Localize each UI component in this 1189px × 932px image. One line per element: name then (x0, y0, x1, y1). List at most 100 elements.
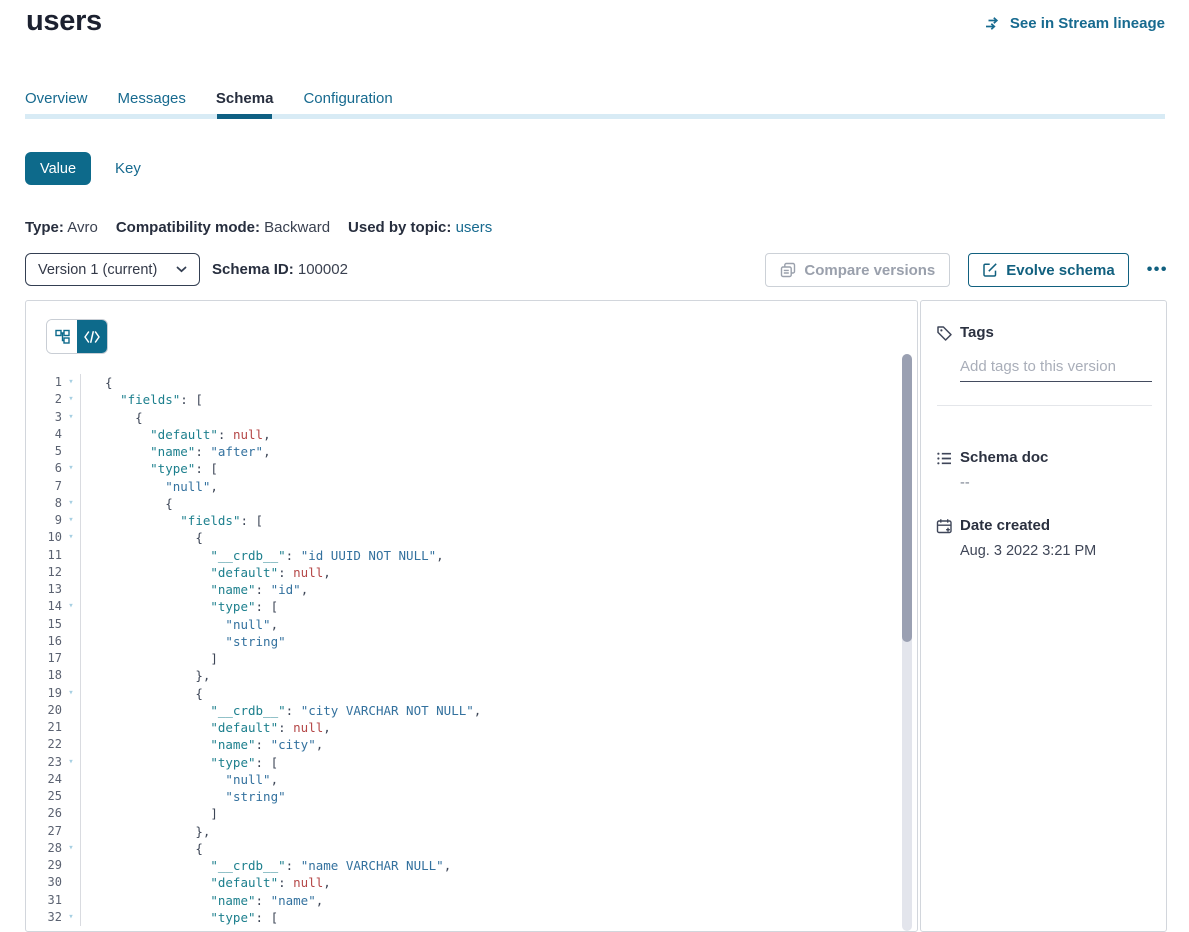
compare-versions-button[interactable]: Compare versions (765, 253, 950, 287)
key-toggle-link[interactable]: Key (115, 160, 141, 177)
fold-spacer (62, 633, 81, 650)
tree-view-button[interactable] (47, 320, 77, 353)
line-number: 7 (26, 478, 62, 495)
fold-arrow-icon[interactable]: ▾ (62, 840, 81, 857)
code-line: 15 "null", (26, 616, 917, 633)
code-line: 18 }, (26, 667, 917, 684)
fold-arrow-icon[interactable]: ▾ (62, 409, 81, 426)
compatibility-value: Backward (264, 219, 330, 236)
code-line: 24 "null", (26, 771, 917, 788)
schema-id-label: Schema ID: (212, 261, 294, 278)
schema-doc-icon (936, 450, 953, 472)
version-select[interactable]: Version 1 (current) (25, 253, 200, 286)
line-number: 25 (26, 788, 62, 805)
code-line: 26 ] (26, 805, 917, 822)
code-text: "name": "id", (81, 581, 308, 598)
code-text: "null", (81, 478, 218, 495)
fold-arrow-icon[interactable]: ▾ (62, 685, 81, 702)
tab-overview[interactable]: Overview (25, 90, 88, 107)
fold-arrow-icon[interactable]: ▾ (62, 598, 81, 615)
fold-arrow-icon[interactable]: ▾ (62, 391, 81, 408)
fold-arrow-icon[interactable]: ▾ (62, 909, 81, 926)
line-number: 16 (26, 633, 62, 650)
fold-arrow-icon[interactable]: ▾ (62, 460, 81, 477)
value-toggle-button[interactable]: Value (25, 152, 91, 185)
fold-spacer (62, 788, 81, 805)
fold-arrow-icon[interactable]: ▾ (62, 495, 81, 512)
code-text: "default": null, (81, 719, 331, 736)
line-number: 11 (26, 547, 62, 564)
fold-arrow-icon[interactable]: ▾ (62, 512, 81, 529)
sidebar-divider (937, 405, 1152, 406)
tab-bar: Overview Messages Schema Configuration (25, 90, 393, 107)
line-number: 2 (26, 391, 62, 408)
code-lines: 1▾{2▾ "fields": [3▾ {4 "default": null,5… (26, 354, 917, 926)
evolve-schema-label: Evolve schema (1006, 262, 1114, 279)
fold-arrow-icon[interactable]: ▾ (62, 374, 81, 391)
editor-scrollbar-thumb[interactable] (902, 354, 912, 642)
version-select-value: Version 1 (current) (38, 262, 157, 278)
code-text: "__crdb__": "city VARCHAR NOT NULL", (81, 702, 481, 719)
schema-doc-title: Schema doc (960, 449, 1048, 466)
code-line: 12 "default": null, (26, 564, 917, 581)
code-view-button[interactable] (77, 320, 107, 353)
line-number: 14 (26, 598, 62, 615)
more-options-button[interactable]: ••• (1147, 261, 1168, 279)
tab-schema[interactable]: Schema (216, 90, 274, 107)
code-line: 11 "__crdb__": "id UUID NOT NULL", (26, 547, 917, 564)
line-number: 10 (26, 529, 62, 546)
stream-lineage-icon (985, 16, 1003, 31)
schema-id: Schema ID: 100002 (212, 261, 348, 278)
code-line: 23▾ "type": [ (26, 754, 917, 771)
code-text: "name": "name", (81, 892, 323, 909)
value-key-toggle: Value Key (25, 152, 141, 185)
line-number: 9 (26, 512, 62, 529)
fold-spacer (62, 719, 81, 736)
editor-view-toggle (46, 319, 108, 354)
fold-arrow-icon[interactable]: ▾ (62, 529, 81, 546)
evolve-schema-button[interactable]: Evolve schema (968, 253, 1128, 287)
code-line: 14▾ "type": [ (26, 598, 917, 615)
topic-label: Used by topic: (348, 219, 451, 236)
editor-scrollbar[interactable] (902, 354, 912, 931)
code-line: 9▾ "fields": [ (26, 512, 917, 529)
code-line: 16 "string" (26, 633, 917, 650)
stream-lineage-link[interactable]: See in Stream lineage (985, 15, 1165, 32)
code-line: 22 "name": "city", (26, 736, 917, 753)
code-text: "type": [ (81, 754, 278, 771)
fold-spacer (62, 874, 81, 891)
fold-arrow-icon[interactable]: ▾ (62, 754, 81, 771)
fold-spacer (62, 771, 81, 788)
line-number: 31 (26, 892, 62, 909)
stream-lineage-label: See in Stream lineage (1010, 15, 1165, 32)
tags-input[interactable] (960, 351, 1152, 382)
tags-title: Tags (960, 324, 994, 341)
code-text: "fields": [ (81, 391, 203, 408)
fold-spacer (62, 667, 81, 684)
tab-configuration[interactable]: Configuration (303, 90, 392, 107)
tab-underline-track (25, 114, 1165, 119)
code-editor[interactable]: 1▾{2▾ "fields": [3▾ {4 "default": null,5… (26, 354, 917, 931)
code-line: 13 "name": "id", (26, 581, 917, 598)
fold-spacer (62, 478, 81, 495)
code-text: { (81, 529, 203, 546)
code-text: "name": "after", (81, 443, 271, 460)
code-text: "default": null, (81, 874, 331, 891)
line-number: 4 (26, 426, 62, 443)
code-text: { (81, 685, 203, 702)
tab-messages[interactable]: Messages (118, 90, 186, 107)
evolve-schema-icon (982, 262, 998, 278)
topic-link[interactable]: users (456, 219, 493, 236)
line-number: 30 (26, 874, 62, 891)
code-line: 31 "name": "name", (26, 892, 917, 909)
code-line: 7 "null", (26, 478, 917, 495)
code-line: 10▾ { (26, 529, 917, 546)
line-number: 5 (26, 443, 62, 460)
code-line: 27 }, (26, 823, 917, 840)
code-text: { (81, 409, 143, 426)
page-title: users (26, 5, 102, 38)
code-line: 28▾ { (26, 840, 917, 857)
line-number: 17 (26, 650, 62, 667)
code-text: "string" (81, 633, 286, 650)
code-line: 1▾{ (26, 374, 917, 391)
